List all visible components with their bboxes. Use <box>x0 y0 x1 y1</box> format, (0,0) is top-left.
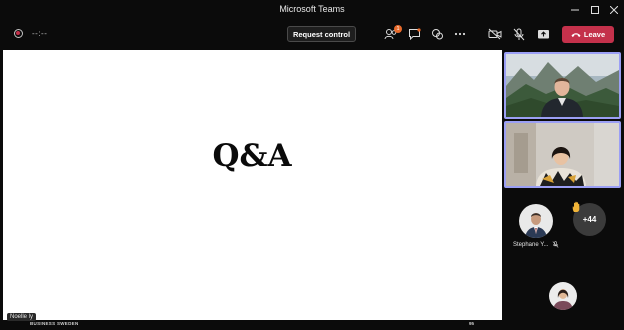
share-screen-icon <box>537 29 549 38</box>
participant-name-label: Stephane Y... <box>513 242 549 249</box>
slide-footer-brand: BUSINESS SWEDEN <box>30 321 79 326</box>
participants-badge: 1 <box>394 25 402 33</box>
slide-page-number: 95 <box>469 321 475 326</box>
participant-video-man <box>506 54 619 117</box>
share-screen-button[interactable] <box>535 26 551 42</box>
maximize-icon <box>591 6 599 14</box>
participant-video-woman <box>506 123 619 186</box>
presenter-name-tag: Noelle ly <box>7 313 37 321</box>
minimize-icon <box>571 9 579 11</box>
avatar-bottom-participant[interactable] <box>549 282 577 310</box>
video-tile-participant-1[interactable] <box>504 52 621 119</box>
raised-hand-icon <box>572 201 580 212</box>
more-options-button[interactable] <box>452 26 468 42</box>
mic-muted-icon <box>513 28 525 40</box>
reactions-icon <box>431 29 443 40</box>
video-tile-participant-2[interactable] <box>504 121 621 188</box>
participant-name: Stephane Y... <box>513 241 559 248</box>
shared-screen <box>3 50 502 320</box>
meeting-toolbar: --:-- Request control 1 Leave <box>0 20 624 49</box>
title-bar: Microsoft Teams <box>0 0 624 20</box>
camera-toggle-button[interactable] <box>487 26 503 42</box>
phone-icon <box>571 32 581 37</box>
chat-icon <box>408 28 421 40</box>
maximize-button[interactable] <box>585 2 605 18</box>
chat-button[interactable] <box>406 26 422 42</box>
record-icon <box>14 29 23 38</box>
meeting-timer: --:-- <box>32 29 48 38</box>
camera-off-icon <box>488 28 502 40</box>
window-title: Microsoft Teams <box>279 4 345 14</box>
reactions-button[interactable] <box>429 26 445 42</box>
leave-label: Leave <box>583 30 606 39</box>
request-control-button[interactable]: Request control <box>287 26 356 42</box>
avatar-photo <box>549 282 577 310</box>
leave-button[interactable]: Leave <box>562 26 614 43</box>
more-options-icon <box>454 32 466 36</box>
slide-title: Q&A <box>212 138 292 174</box>
mic-muted-icon <box>552 241 559 248</box>
mic-toggle-button[interactable] <box>511 26 527 42</box>
minimize-button[interactable] <box>565 2 585 18</box>
avatar-photo <box>519 204 553 238</box>
close-window-button[interactable] <box>604 2 624 18</box>
avatar-stephane[interactable] <box>519 204 553 238</box>
close-icon <box>610 6 618 14</box>
